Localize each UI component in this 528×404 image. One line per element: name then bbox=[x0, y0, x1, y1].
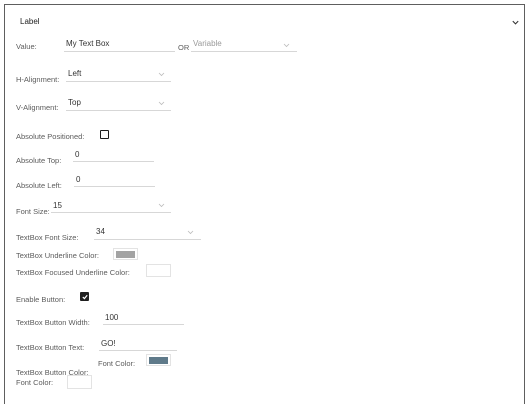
v-alignment-select[interactable]: Top bbox=[68, 98, 81, 107]
collapse-chevron-icon[interactable] bbox=[511, 18, 520, 27]
textbox-button-text-input[interactable]: GO! bbox=[101, 339, 116, 348]
checkmark-icon bbox=[81, 294, 88, 299]
absolute-left-underline bbox=[74, 186, 155, 187]
v-alignment-chevron-down-icon[interactable] bbox=[158, 101, 165, 106]
enable-button-label: Enable Button: bbox=[16, 295, 66, 304]
value-input[interactable]: My Text Box bbox=[66, 39, 109, 48]
textbox-font-size-chevron-down-icon[interactable] bbox=[187, 230, 194, 235]
font-size-select[interactable]: 15 bbox=[53, 201, 62, 210]
font-size-chevron-down-icon[interactable] bbox=[158, 203, 165, 208]
absolute-top-input[interactable]: 0 bbox=[75, 150, 79, 159]
textbox-font-size-label: TextBox Font Size: bbox=[16, 233, 79, 242]
textbox-button-font-color-label: Font Color: bbox=[16, 378, 54, 387]
absolute-left-label: Absolute Left: bbox=[16, 181, 62, 190]
absolute-top-underline bbox=[73, 161, 154, 162]
textbox-button-color-picker[interactable] bbox=[67, 375, 92, 389]
textbox-underline-color-label: TextBox Underline Color: bbox=[16, 251, 99, 260]
textbox-button-text-underline bbox=[99, 350, 177, 351]
textbox-focused-underline-color-label: TextBox Focused Underline Color: bbox=[16, 268, 130, 277]
textbox-font-size-select[interactable]: 34 bbox=[96, 227, 105, 236]
textbox-button-width-input[interactable]: 100 bbox=[105, 313, 118, 322]
textbox-focused-underline-color-picker[interactable] bbox=[146, 264, 171, 277]
variable-select-underline bbox=[191, 51, 297, 52]
textbox-button-width-underline bbox=[103, 324, 184, 325]
font-size-label: Font Size: bbox=[16, 207, 50, 216]
absolute-left-input[interactable]: 0 bbox=[76, 175, 80, 184]
v-alignment-label: V-Alignment: bbox=[16, 103, 59, 112]
h-alignment-label: H-Alignment: bbox=[16, 75, 60, 84]
panel-title: Label bbox=[20, 17, 40, 26]
h-alignment-underline bbox=[66, 81, 171, 82]
button-font-color-picker[interactable] bbox=[146, 354, 171, 366]
absolute-positioned-checkbox[interactable] bbox=[100, 130, 109, 139]
or-label: OR bbox=[178, 43, 190, 52]
enable-button-checkbox[interactable] bbox=[80, 292, 89, 301]
value-input-underline bbox=[64, 51, 175, 52]
variable-select[interactable]: Variable bbox=[193, 39, 222, 48]
textbox-underline-color-picker[interactable] bbox=[113, 248, 138, 260]
value-label: Value: bbox=[16, 42, 37, 51]
textbox-button-width-label: TextBox Button Width: bbox=[16, 318, 90, 327]
h-alignment-chevron-down-icon[interactable] bbox=[158, 72, 165, 77]
font-size-underline bbox=[51, 212, 171, 213]
absolute-positioned-label: Absolute Positioned: bbox=[16, 132, 85, 141]
textbox-font-size-underline bbox=[94, 239, 201, 240]
absolute-top-label: Absolute Top: bbox=[16, 156, 62, 165]
variable-chevron-down-icon[interactable] bbox=[283, 43, 290, 48]
button-font-color-label: Font Color: bbox=[98, 359, 136, 368]
button-font-color-swatch bbox=[149, 356, 168, 364]
label-properties-panel: Label Value: My Text Box OR Variable H-A… bbox=[4, 4, 525, 404]
h-alignment-select[interactable]: Left bbox=[68, 69, 81, 78]
textbox-button-text-label: TextBox Button Text: bbox=[16, 343, 85, 352]
v-alignment-underline bbox=[66, 110, 171, 111]
textbox-underline-color-swatch bbox=[116, 250, 135, 258]
